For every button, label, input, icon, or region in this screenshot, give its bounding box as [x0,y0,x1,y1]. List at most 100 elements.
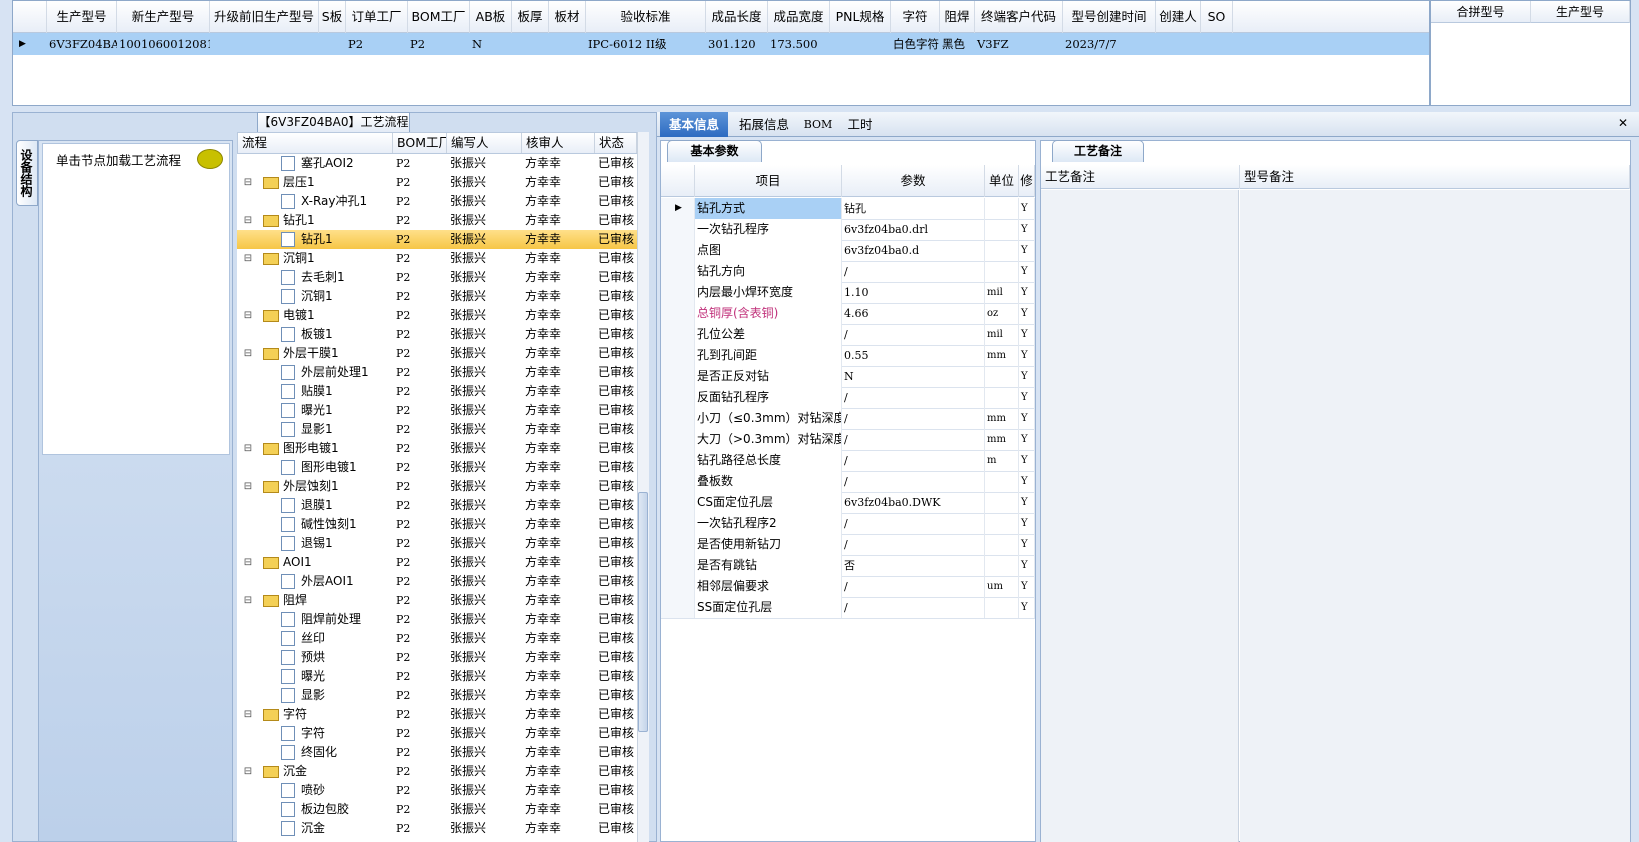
tree-row[interactable]: 沉金 P2 张振兴 方幸幸 已审核 [237,819,637,838]
row-header[interactable] [661,513,695,534]
row-header[interactable] [661,324,695,345]
collapse-toggle-icon[interactable]: ⊟ [243,249,253,268]
grid-cell[interactable]: P2 [408,33,470,55]
column-header[interactable]: 生产型号 [1531,1,1630,23]
tree-row[interactable]: ⊟ 外层蚀刻1 P2 张振兴 方幸幸 已审核 [237,477,637,496]
grid-cell[interactable]: IPC-6012 II级 [586,33,706,55]
tree-row[interactable]: 丝印 P2 张振兴 方幸幸 已审核 [237,629,637,648]
tree-row[interactable]: 显影 P2 张振兴 方幸幸 已审核 [237,686,637,705]
tree-row[interactable]: 塞孔AOI2 P2 张振兴 方幸幸 已审核 [237,154,637,173]
param-value[interactable]: 6v3fz04ba0.DWK [842,492,985,513]
grid-cell[interactable] [549,33,586,55]
param-value[interactable]: 4.66 [842,303,985,324]
tree-row[interactable]: 外层AOI1 P2 张振兴 方幸幸 已审核 [237,572,637,591]
column-header[interactable]: PNL规格 [830,1,891,33]
param-row[interactable]: 是否使用新钻刀 / Y [661,534,1035,556]
tree-row[interactable]: 退锡1 P2 张振兴 方幸幸 已审核 [237,534,637,553]
param-value[interactable]: / [842,534,985,555]
param-value[interactable]: / [842,387,985,408]
column-header[interactable]: 成品宽度 [768,1,830,33]
grid-cell[interactable]: 301.120 [706,33,768,55]
row-header[interactable] [661,576,695,597]
tree-row[interactable]: 板边包胶 P2 张振兴 方幸幸 已审核 [237,800,637,819]
tree-row[interactable]: 显影1 P2 张振兴 方幸幸 已审核 [237,420,637,439]
grid-cell[interactable]: V3FZ [975,33,1063,55]
collapse-toggle-icon[interactable]: ⊟ [243,173,253,192]
grid-cell[interactable]: 6V3FZ04BA0 [47,33,117,55]
grid-cell[interactable] [1156,33,1201,55]
param-value[interactable]: / [842,513,985,534]
tree-row[interactable]: 沉铜1 P2 张振兴 方幸幸 已审核 [237,287,637,306]
equipment-tree[interactable] [42,143,230,455]
collapse-toggle-icon[interactable]: ⊟ [243,477,253,496]
collapse-toggle-icon[interactable]: ⊟ [243,705,253,724]
row-header[interactable] [661,387,695,408]
tab-process-remarks[interactable]: 工艺备注 [1052,140,1144,162]
process-remarks-field[interactable] [1041,190,1239,842]
column-header[interactable]: 成品长度 [706,1,768,33]
param-value[interactable]: / [842,408,985,429]
param-value[interactable]: 1.10 [842,282,985,303]
flow-column-header[interactable]: BOM工厂 [393,133,447,153]
row-header[interactable] [661,345,695,366]
param-row[interactable]: 叠板数 / Y [661,471,1035,493]
row-header[interactable] [661,219,695,240]
grid-cell[interactable] [830,33,891,55]
grid-cell[interactable]: N [470,33,512,55]
column-header[interactable]: 阻焊 [940,1,975,33]
column-header[interactable]: 新生产型号 [117,1,210,33]
column-header[interactable]: AB板 [470,1,512,33]
tree-row[interactable]: 字符 P2 张振兴 方幸幸 已审核 [237,724,637,743]
tree-row[interactable]: ⊟ 沉金 P2 张振兴 方幸幸 已审核 [237,762,637,781]
tree-row[interactable]: ⊟ 阻焊 P2 张振兴 方幸幸 已审核 [237,591,637,610]
column-header[interactable]: 板厚 [512,1,549,33]
tree-row[interactable]: ⊟ 字符 P2 张振兴 方幸幸 已审核 [237,705,637,724]
column-header[interactable]: SO [1201,1,1233,33]
param-value[interactable]: / [842,576,985,597]
column-header[interactable]: 合拼型号 [1431,1,1531,23]
row-header[interactable] [661,450,695,471]
param-row[interactable]: 反面钻孔程序 / Y [661,387,1035,409]
model-remarks-field[interactable] [1240,190,1630,842]
param-row[interactable]: 钻孔路径总长度 / m Y [661,450,1035,472]
collapse-toggle-icon[interactable]: ⊟ [243,591,253,610]
tab-basic-info[interactable]: 基本信息 [660,112,728,137]
tree-row[interactable]: 外层前处理1 P2 张振兴 方幸幸 已审核 [237,363,637,382]
tree-row[interactable]: ⊟ 外层干膜1 P2 张振兴 方幸幸 已审核 [237,344,637,363]
flow-column-header[interactable]: 核审人 [522,133,595,153]
param-row[interactable]: 大刀（>0.3mm）对钻深度 / mm Y [661,429,1035,451]
row-header[interactable]: ▶ [661,198,695,219]
grid-cell[interactable]: 10010600120816 [117,33,210,55]
tree-row[interactable]: ⊟ 层压1 P2 张振兴 方幸幸 已审核 [237,173,637,192]
grid-cell[interactable]: P2 [346,33,408,55]
column-header[interactable]: 验收标准 [586,1,706,33]
tab-work-hours[interactable]: 工时 [840,112,880,137]
flow-scrollbar-thumb[interactable] [638,492,648,732]
param-row[interactable]: 孔位公差 / mil Y [661,324,1035,346]
column-header[interactable]: 创建人 [1156,1,1201,33]
param-value[interactable]: / [842,450,985,471]
grid-cell[interactable] [1201,33,1233,55]
row-header[interactable] [661,261,695,282]
collapse-toggle-icon[interactable]: ⊟ [243,306,253,325]
row-header[interactable] [661,555,695,576]
tree-row[interactable]: 曝光 P2 张振兴 方幸幸 已审核 [237,667,637,686]
remarks-column-header[interactable]: 工艺备注 [1041,165,1240,189]
param-value[interactable]: / [842,261,985,282]
row-header[interactable] [661,282,695,303]
row-header[interactable] [661,492,695,513]
param-row[interactable]: 总铜厚(含表铜) 4.66 oz Y [661,303,1035,325]
row-header[interactable] [661,240,695,261]
tree-row[interactable]: 碱性蚀刻1 P2 张振兴 方幸幸 已审核 [237,515,637,534]
grid-cell[interactable]: 白色字符 [891,33,940,55]
param-row[interactable]: ▶ 钻孔方式 钻孔 Y [661,198,1035,220]
tree-row[interactable]: 贴膜1 P2 张振兴 方幸幸 已审核 [237,382,637,401]
tree-row[interactable]: ⊟ 图形电镀1 P2 张振兴 方幸幸 已审核 [237,439,637,458]
param-row[interactable]: 点图 6v3fz04ba0.d Y [661,240,1035,262]
flow-scrollbar[interactable] [637,132,649,842]
collapse-toggle-icon[interactable]: ⊟ [243,762,253,781]
params-column-header[interactable]: 参数 [842,165,985,197]
flow-column-header[interactable]: 编写人 [447,133,522,153]
params-column-header[interactable]: 修 [1019,165,1035,197]
param-value[interactable]: 否 [842,555,985,576]
